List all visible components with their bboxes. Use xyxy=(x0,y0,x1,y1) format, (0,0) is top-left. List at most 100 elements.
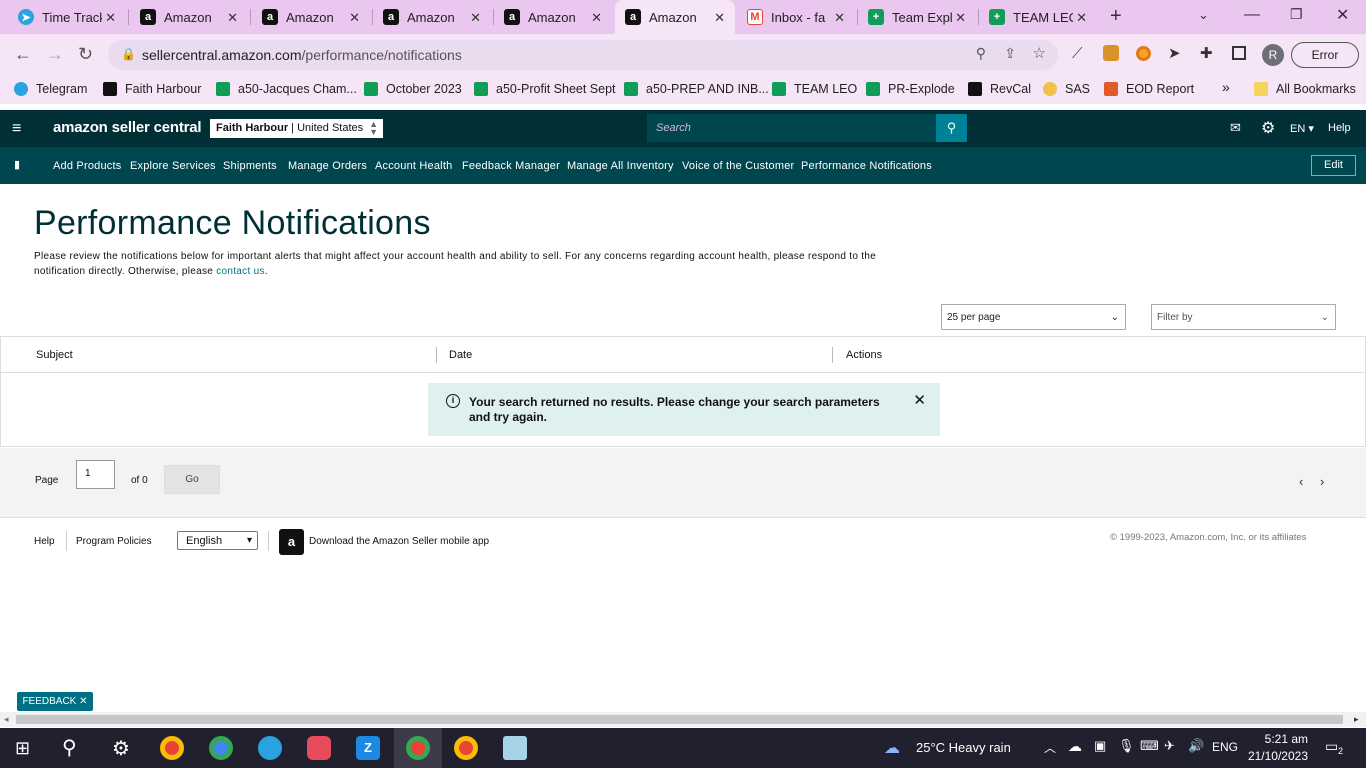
column-date[interactable]: Date xyxy=(449,349,472,361)
bookmark-item[interactable]: a50-Profit Sheet Sept xyxy=(474,82,616,96)
search-icon[interactable]: ⚲ xyxy=(62,735,77,760)
scrollbar-thumb[interactable] xyxy=(16,715,1343,724)
language-selector[interactable]: EN ▾ xyxy=(1290,122,1314,135)
nav-shipments[interactable]: Shipments xyxy=(223,160,277,172)
browser-tab[interactable]: a Amazon ✕ xyxy=(373,0,491,34)
browser-tab[interactable]: + Team Expl ✕ xyxy=(858,0,976,34)
bookmark-icon[interactable]: ▮ xyxy=(14,158,20,171)
weather-text[interactable]: 25°C Heavy rain xyxy=(916,740,1011,755)
hamburger-menu-icon[interactable]: ≡ xyxy=(12,120,21,138)
clock-date[interactable]: 21/10/2023 xyxy=(1242,749,1308,763)
language-select[interactable]: English ▾ xyxy=(177,531,258,550)
bookmark-item[interactable]: PR-Explode xyxy=(866,82,955,96)
footer-help-link[interactable]: Help xyxy=(34,536,55,547)
keyboard-icon[interactable]: ⌨ xyxy=(1140,738,1159,754)
scroll-left-icon[interactable]: ◂ xyxy=(4,714,9,725)
share-icon[interactable]: ⇪ xyxy=(1004,45,1016,62)
bookmark-item[interactable]: Faith Harbour xyxy=(103,82,201,96)
bookmark-item[interactable]: SAS xyxy=(1043,82,1090,96)
close-tab-icon[interactable]: ✕ xyxy=(834,10,845,26)
windows-start-icon[interactable]: ⊞ xyxy=(15,738,30,759)
next-page-icon[interactable]: › xyxy=(1320,474,1324,489)
filter-select[interactable]: Filter by ⌄ xyxy=(1151,304,1336,330)
close-tab-icon[interactable]: ✕ xyxy=(470,10,481,26)
new-tab-icon[interactable]: + xyxy=(1110,5,1122,28)
telegram-icon[interactable] xyxy=(258,736,282,760)
browser-tab[interactable]: a Amazon ✕ xyxy=(252,0,370,34)
minimize-icon[interactable]: — xyxy=(1244,6,1260,24)
close-tab-icon[interactable]: ✕ xyxy=(591,10,602,26)
feedback-button[interactable]: FEEDBACK ✕ xyxy=(17,692,93,711)
side-panel-icon[interactable] xyxy=(1232,46,1246,60)
bookmark-item[interactable]: a50-PREP AND INB... xyxy=(624,82,769,96)
gear-icon[interactable]: ⚙ xyxy=(1261,118,1275,138)
browser-tab[interactable]: a Amazon ✕ xyxy=(494,0,612,34)
contact-us-link[interactable]: contact us xyxy=(216,266,265,277)
extension-icon[interactable] xyxy=(1136,46,1151,61)
browser-tab[interactable]: ➤ Time Track ✕ xyxy=(8,0,126,34)
browser-tab-active[interactable]: a Amazon ✕ xyxy=(615,0,735,34)
app-icon[interactable] xyxy=(307,736,331,760)
chrome-icon[interactable] xyxy=(209,736,233,760)
close-tab-icon[interactable]: ✕ xyxy=(1076,10,1087,26)
bookmark-item[interactable]: Telegram xyxy=(14,82,87,96)
account-switcher[interactable]: Faith Harbour | United States ▲ ▼ xyxy=(210,119,383,138)
volume-icon[interactable]: 🔊 xyxy=(1188,738,1204,754)
scroll-right-icon[interactable]: ▸ xyxy=(1354,714,1359,725)
error-button[interactable]: Error xyxy=(1291,42,1359,68)
close-tab-icon[interactable]: ✕ xyxy=(227,10,238,26)
zoom-app-icon[interactable]: Z xyxy=(356,736,380,760)
camera-icon[interactable]: ▣ xyxy=(1094,738,1106,754)
close-tab-icon[interactable]: ✕ xyxy=(349,10,360,26)
search-icon[interactable]: ⚲ xyxy=(936,114,967,142)
settings-icon[interactable]: ⚙ xyxy=(112,736,130,761)
chevron-up-icon[interactable]: ︿ xyxy=(1044,739,1056,756)
chrome-icon[interactable] xyxy=(454,736,478,760)
extension-icon[interactable] xyxy=(1103,45,1119,61)
edit-nav-button[interactable]: Edit xyxy=(1311,155,1356,176)
bookmark-star-icon[interactable]: ☆ xyxy=(1033,44,1046,62)
bookmark-item[interactable]: TEAM LEO xyxy=(772,82,857,96)
tab-search-icon[interactable]: ⌄ xyxy=(1198,7,1209,23)
bookmark-item[interactable]: RevCal xyxy=(968,82,1031,96)
previous-page-icon[interactable]: ‹ xyxy=(1299,474,1303,489)
notepad-icon[interactable] xyxy=(503,736,527,760)
bookmark-item[interactable]: October 2023 xyxy=(364,82,462,96)
extension-icon[interactable]: ⟋ xyxy=(1072,45,1083,62)
back-icon[interactable]: ← xyxy=(14,44,32,65)
help-link[interactable]: Help xyxy=(1328,122,1351,134)
close-tab-icon[interactable]: ✕ xyxy=(714,10,725,26)
url-input[interactable]: 🔒 sellercentral.amazon.com/performance/n… xyxy=(108,40,1058,70)
close-icon[interactable]: ✕ xyxy=(913,393,926,408)
mail-icon[interactable]: ✉ xyxy=(1230,120,1241,136)
download-app-link[interactable]: Download the Amazon Seller mobile app xyxy=(309,536,489,547)
bookmark-item[interactable]: EOD Report xyxy=(1104,82,1194,96)
extension-icon[interactable]: ➤ xyxy=(1168,44,1181,62)
zoom-icon[interactable]: ⚲ xyxy=(976,45,986,62)
network-icon[interactable]: ✈ xyxy=(1164,738,1175,754)
horizontal-scrollbar[interactable]: ◂ ▸ xyxy=(0,712,1366,727)
window-close-icon[interactable]: ✕ xyxy=(1336,5,1349,25)
nav-voice-of-the-customer[interactable]: Voice of the Customer xyxy=(682,160,794,172)
nav-manage-all-inventory[interactable]: Manage All Inventory xyxy=(567,160,674,172)
amazon-seller-central-logo[interactable]: amazon seller central xyxy=(53,119,202,136)
per-page-select[interactable]: 25 per page ⌄ xyxy=(941,304,1126,330)
onedrive-icon[interactable]: ☁ xyxy=(1068,738,1082,755)
browser-tab[interactable]: + TEAM LEO ✕ xyxy=(979,0,1097,34)
chrome-icon[interactable] xyxy=(160,736,184,760)
browser-tab[interactable]: a Amazon ✕ xyxy=(130,0,248,34)
puzzle-icon[interactable]: ✚ xyxy=(1200,44,1213,62)
page-number-input[interactable]: 1 xyxy=(76,460,115,489)
language-indicator[interactable]: ENG xyxy=(1212,740,1238,754)
nav-manage-orders[interactable]: Manage Orders xyxy=(288,160,367,172)
close-icon[interactable]: ✕ xyxy=(79,696,87,707)
program-policies-link[interactable]: Program Policies xyxy=(76,536,152,547)
notification-icon[interactable]: ▭ xyxy=(1325,738,1338,755)
chrome-icon[interactable] xyxy=(406,736,430,760)
more-bookmarks-icon[interactable]: » xyxy=(1222,79,1230,95)
forward-icon[interactable]: → xyxy=(46,44,64,65)
go-button[interactable]: Go xyxy=(164,465,220,494)
clock-time[interactable]: 5:21 am xyxy=(1256,732,1308,746)
microphone-icon[interactable]: 🎙 xyxy=(1118,738,1135,754)
column-subject[interactable]: Subject xyxy=(36,349,73,361)
